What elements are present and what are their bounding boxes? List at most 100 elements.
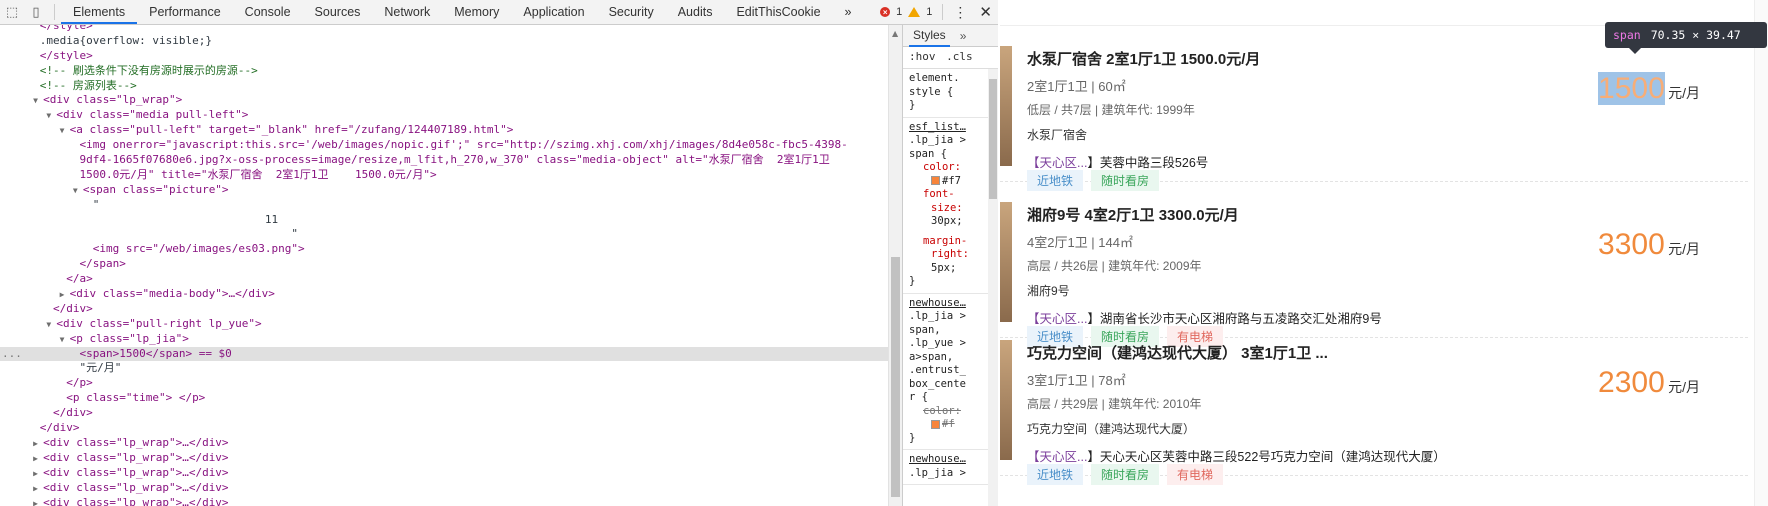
node-actions-icon[interactable]: ... (2, 347, 22, 362)
css-property[interactable]: size: (909, 202, 994, 216)
error-count[interactable]: 1 (896, 6, 902, 18)
tab-performance[interactable]: Performance (137, 0, 233, 24)
class-toggle[interactable]: .cls (946, 50, 973, 63)
expand-down-icon[interactable]: ▼ (46, 318, 56, 333)
warning-icon[interactable] (908, 7, 921, 17)
dom-node-line[interactable]: </span> (0, 257, 888, 272)
dom-node-line[interactable]: ▼ <p class="lp_jia"> (0, 332, 888, 347)
tab-audits[interactable]: Audits (666, 0, 725, 24)
listing-district[interactable]: 【天心区... (1027, 156, 1087, 170)
tab-security[interactable]: Security (597, 0, 666, 24)
css-property-overridden[interactable]: color: (909, 405, 994, 419)
css-property[interactable]: margin- (909, 235, 994, 249)
dom-node-line[interactable]: ▼ <div class="pull-right lp_yue"> (0, 317, 888, 332)
tab-sources[interactable]: Sources (303, 0, 373, 24)
dom-node-line[interactable]: ▶ <div class="lp_wrap">…</div> (0, 481, 888, 496)
page-scrollbar[interactable] (1754, 0, 1768, 506)
kebab-menu-icon[interactable]: ⋮ (953, 4, 967, 21)
dom-node-line[interactable]: .media{overflow: visible;} (0, 34, 888, 49)
device-toolbar-icon[interactable]: ▯ (24, 0, 48, 24)
expand-right-icon[interactable]: ▶ (60, 288, 70, 303)
css-value-overridden[interactable]: #f (909, 418, 994, 432)
tab-application[interactable]: Application (511, 0, 596, 24)
dom-node-line[interactable]: 11 (0, 213, 888, 228)
scroll-up-icon[interactable]: ▲ (892, 29, 898, 38)
expand-right-icon[interactable]: ▶ (33, 497, 43, 506)
dom-node-line[interactable]: </style> (0, 49, 888, 64)
expand-down-icon[interactable]: ▼ (60, 333, 70, 348)
dom-node-line[interactable]: ▶ <div class="lp_wrap">…</div> (0, 496, 888, 506)
elements-tree[interactable]: </style> .media{overflow: visible;} </st… (0, 25, 888, 506)
dom-node-line[interactable]: ▼ <a class="pull-left" target="_blank" hr… (0, 123, 888, 138)
dom-node-line[interactable]: <img src="/web/images/es03.png"> (0, 242, 888, 257)
listing-photo[interactable] (1000, 202, 1012, 322)
dom-node-line[interactable]: " (0, 227, 888, 242)
listing-title[interactable]: 巧克力空间（建鸿达现代大厦） 3室1厅1卫 ... (1027, 342, 1328, 363)
expand-right-icon[interactable]: ▶ (33, 452, 43, 467)
dom-node-line[interactable]: 1500.0元/月" title="水泵厂宿舍 2室1厅1卫 1500.0元/月… (0, 168, 888, 183)
color-swatch[interactable] (931, 176, 940, 185)
css-property[interactable]: right: (909, 248, 994, 262)
elements-scrollbar[interactable]: ▲ (888, 25, 902, 506)
listing-photo[interactable] (1000, 340, 1012, 460)
tab-network[interactable]: Network (372, 0, 442, 24)
tab-console[interactable]: Console (233, 0, 303, 24)
listing-photo[interactable] (1000, 46, 1012, 166)
color-swatch[interactable] (931, 419, 940, 429)
tab-memory[interactable]: Memory (442, 0, 511, 24)
dom-node-line[interactable]: <img onerror="javascript:this.src='/web/… (0, 138, 888, 153)
dom-node-line[interactable]: ▶ <div class="lp_wrap">…</div> (0, 436, 888, 451)
dom-node-line[interactable]: <p class="time"> </p> (0, 391, 888, 406)
rule-source-link[interactable]: newhouse… (909, 453, 994, 467)
expand-down-icon[interactable]: ▼ (60, 124, 70, 139)
dom-node-line[interactable]: </style> (0, 25, 888, 34)
warning-count[interactable]: 1 (926, 6, 932, 18)
css-value[interactable]: 5px; (909, 262, 994, 276)
expand-right-icon[interactable]: ▶ (33, 437, 43, 452)
css-value[interactable]: #f7 (909, 175, 994, 189)
element-style-rule[interactable]: element. style { } (903, 69, 998, 118)
dom-node-line[interactable]: ▶ <div class="lp_wrap">…</div> (0, 466, 888, 481)
dom-node-line[interactable]: </p> (0, 376, 888, 391)
tab-editthiscookie[interactable]: EditThisCookie (724, 0, 832, 24)
dom-node-line[interactable]: </div> (0, 302, 888, 317)
rule-source-link[interactable]: esf_list… (909, 121, 994, 135)
more-panes-icon[interactable]: » (960, 29, 967, 43)
style-rule-lp-jia[interactable]: esf_list… .lp_jia > span { color: #f7 fo… (903, 118, 998, 294)
hover-state-toggle[interactable]: :hov (909, 50, 936, 63)
listing-card[interactable]: 巧克力空间（建鸿达现代大厦） 3室1厅1卫 ... 3室1厅1卫 | 78㎡ 高层 … (1000, 320, 1748, 485)
dom-node-line[interactable]: ▼ <div class="lp_wrap"> (0, 93, 888, 108)
listing-title[interactable]: 水泵厂宿舍 2室1厅1卫 1500.0元/月 (1027, 48, 1260, 69)
more-tabs-icon[interactable]: » (833, 0, 864, 24)
dom-node-line[interactable]: 9df4-1665f07680e6.jpg?x-oss-process=imag… (0, 153, 888, 168)
rule-source-link[interactable]: newhouse… (909, 297, 994, 311)
scrollbar-thumb[interactable] (989, 79, 997, 199)
css-value[interactable]: 30px; (909, 215, 994, 229)
expand-right-icon[interactable]: ▶ (33, 467, 43, 482)
dom-node-line[interactable]: " (0, 198, 888, 213)
expand-right-icon[interactable]: ▶ (33, 482, 43, 497)
dom-node-line[interactable]: </div> (0, 406, 888, 421)
expand-down-icon[interactable]: ▼ (46, 109, 56, 124)
tab-elements[interactable]: Elements (61, 0, 138, 24)
styles-scrollbar[interactable] (988, 69, 998, 506)
dom-node-line[interactable]: ▶ <div class="media-body">…</div> (0, 287, 888, 302)
dom-node-line[interactable]: <!-- 刷选条件下没有房源时展示的房源--> (0, 64, 888, 79)
expand-down-icon[interactable]: ▼ (33, 94, 43, 109)
css-property[interactable]: font- (909, 188, 994, 202)
dom-node-line[interactable]: </div> (0, 421, 888, 436)
css-property[interactable]: color: (909, 161, 994, 175)
dom-node-line[interactable]: </a> (0, 272, 888, 287)
listing-card[interactable]: 湘府9号 4室2厅1卫 3300.0元/月 4室2厅1卫 | 144㎡ 高层 / 共… (1000, 182, 1748, 347)
tab-styles[interactable]: Styles (909, 25, 950, 47)
selected-dom-node[interactable]: <span>1500</span> == $0... (0, 346, 888, 362)
dom-node-line[interactable]: ▶ <div class="lp_wrap">…</div> (0, 451, 888, 466)
dom-node-line[interactable]: ▼ <div class="media pull-left"> (0, 108, 888, 123)
dom-node-line[interactable]: <!-- 房源列表--> (0, 79, 888, 94)
inspect-element-icon[interactable]: ⬚ (0, 0, 24, 24)
style-rule-newhouse[interactable]: newhouse… .lp_jia > span, .lp_yue > a>sp… (903, 294, 998, 450)
error-icon[interactable]: × (880, 7, 891, 17)
style-rule-newhouse-2[interactable]: newhouse… .lp_jia > (903, 450, 998, 485)
listing-title[interactable]: 湘府9号 4室2厅1卫 3300.0元/月 (1027, 204, 1239, 225)
dom-node-line[interactable]: "元/月" (0, 361, 888, 376)
